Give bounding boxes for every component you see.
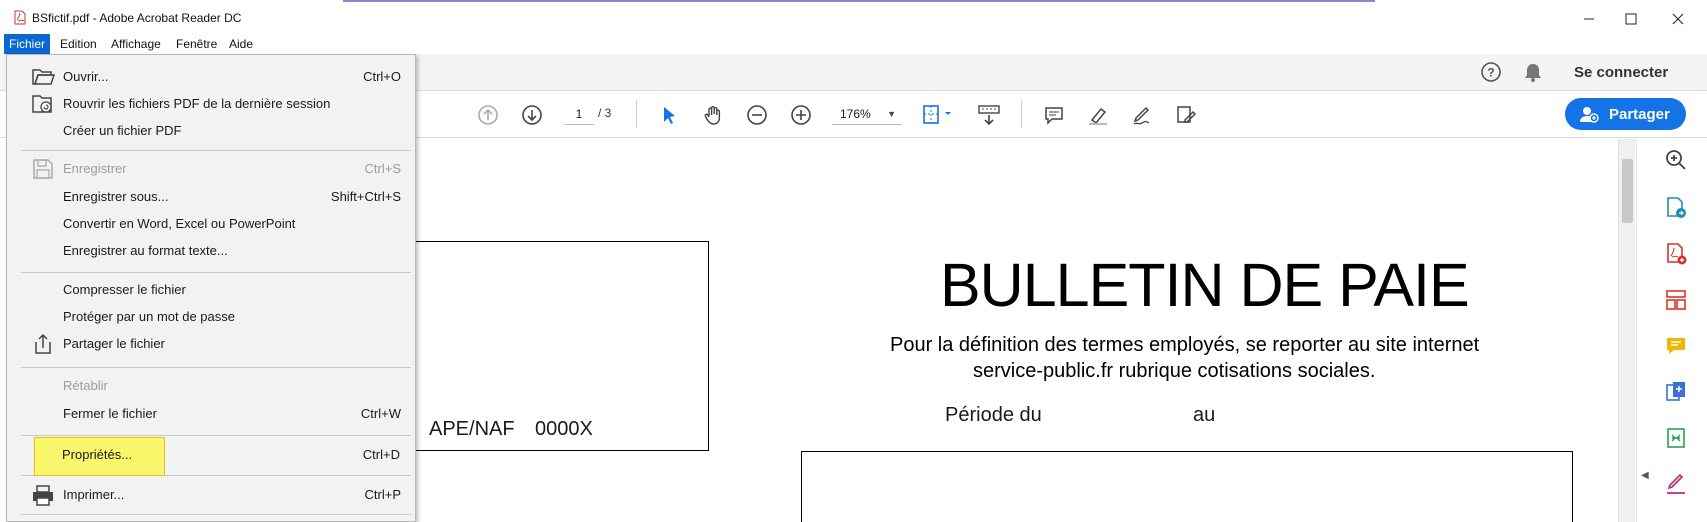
menu-separator	[21, 514, 411, 515]
period-to-label: au	[1193, 404, 1216, 426]
comment-button[interactable]	[1041, 102, 1067, 128]
maximize-icon	[1625, 13, 1637, 25]
menu-edition[interactable]: Edition	[55, 34, 102, 54]
next-page-button[interactable]	[519, 102, 545, 128]
scrolling-mode-button[interactable]	[976, 102, 1002, 128]
sign-in-link[interactable]: Se connecter	[1574, 64, 1668, 81]
pdf-file-icon	[14, 10, 26, 25]
title-bar: BSfictif.pdf - Adobe Acrobat Reader DC	[0, 0, 1707, 36]
zoom-in-button[interactable]	[788, 102, 814, 128]
page-total: / 3	[598, 106, 612, 120]
pen-draw-icon	[1133, 106, 1150, 125]
vertical-scrollbar[interactable]	[1618, 139, 1635, 522]
menu-item-share-file[interactable]: Partager le fichier	[7, 331, 415, 357]
svg-text:?: ?	[1487, 66, 1494, 80]
hand-icon	[704, 106, 721, 125]
page-fit-button[interactable]	[920, 102, 956, 128]
previous-page-button[interactable]	[475, 102, 501, 128]
zoom-level-select[interactable]: 176% ▼	[832, 103, 902, 125]
menu-item-print[interactable]: Imprimer... Ctrl+P	[7, 482, 415, 508]
share-button-label: Partager	[1609, 105, 1670, 123]
employee-box	[801, 451, 1573, 522]
menu-item-close-file[interactable]: Fermer le fichier Ctrl+W	[7, 401, 415, 427]
document-title: BULLETIN DE PAIE	[940, 251, 1470, 319]
plus-circle-icon	[791, 105, 811, 125]
collapse-panel-icon[interactable]: ◀	[1641, 470, 1649, 481]
menu-bar: Fichier Edition Affichage Fenêtre Aide	[0, 34, 1707, 54]
menu-item-properties[interactable]: Propriétés... Ctrl+D	[6, 442, 414, 468]
menu-separator	[21, 435, 411, 436]
create-pdf-icon[interactable]	[1664, 242, 1688, 266]
toolbar-separator	[636, 100, 637, 128]
search-zoom-icon[interactable]	[1664, 148, 1688, 172]
toolbar-separator	[1021, 100, 1022, 128]
fit-page-icon	[923, 105, 951, 124]
reopen-icon	[32, 95, 52, 113]
share-file-icon	[35, 333, 51, 354]
menu-item-protect-password[interactable]: Protéger par un mot de passe	[7, 304, 415, 330]
window-top-accent	[343, 0, 1375, 2]
menu-item-save[interactable]: Enregistrer Ctrl+S	[7, 156, 415, 182]
menu-affichage[interactable]: Affichage	[106, 34, 166, 54]
arrow-up-circle-icon	[478, 105, 498, 125]
hand-tool-button[interactable]	[700, 102, 726, 128]
menu-item-create-pdf[interactable]: Créer un fichier PDF	[7, 118, 415, 144]
minimize-button[interactable]	[1566, 5, 1612, 33]
select-tool-button[interactable]	[656, 102, 682, 128]
draw-button[interactable]	[1129, 102, 1155, 128]
add-user-icon	[1580, 107, 1599, 123]
menu-item-convert-office[interactable]: Convertir en Word, Excel ou PowerPoint	[7, 211, 415, 237]
ape-naf-value: 0000X	[535, 418, 593, 440]
folder-open-icon	[32, 69, 55, 85]
share-button[interactable]: Partager	[1565, 98, 1686, 130]
zoom-level-value: 176%	[840, 107, 871, 121]
help-icon[interactable]: ?	[1480, 61, 1502, 83]
compress-icon[interactable]	[1664, 426, 1688, 450]
menu-item-save-as[interactable]: Enregistrer sous... Shift+Ctrl+S	[7, 184, 415, 210]
menu-fichier[interactable]: Fichier	[4, 34, 51, 54]
notification-bell-icon[interactable]	[1522, 61, 1544, 83]
fill-sign-button[interactable]	[1173, 102, 1199, 128]
save-icon	[33, 159, 53, 179]
highlighter-icon	[1089, 107, 1107, 125]
zoom-out-button[interactable]	[744, 102, 770, 128]
menu-item-open[interactable]: Ouvrir... Ctrl+O	[7, 64, 415, 90]
organize-pages-icon[interactable]	[1664, 288, 1688, 312]
close-button[interactable]	[1655, 5, 1701, 33]
comment-icon	[1045, 107, 1063, 125]
cursor-arrow-icon	[664, 107, 675, 124]
minimize-icon	[1584, 18, 1594, 20]
menu-item-save-as-text[interactable]: Enregistrer au format texte...	[7, 238, 415, 264]
menu-fenetre[interactable]: Fenêtre	[171, 34, 222, 54]
highlight-button[interactable]	[1085, 102, 1111, 128]
minus-circle-icon	[747, 105, 767, 125]
document-subtitle-line-1: Pour la définition des termes employés, …	[890, 334, 1480, 356]
printer-icon	[33, 485, 53, 506]
maximize-button[interactable]	[1608, 5, 1654, 33]
menu-item-compress[interactable]: Compresser le fichier	[7, 277, 415, 303]
document-subtitle-line-2: service-public.fr rubrique cotisations s…	[973, 360, 1376, 382]
close-icon	[1672, 13, 1684, 25]
period-label: Période du	[945, 404, 1042, 426]
page-number-input[interactable]: 1	[564, 103, 594, 125]
ape-naf-label: APE/NAF	[429, 418, 515, 440]
menu-separator	[21, 367, 411, 368]
export-pdf-icon[interactable]	[1664, 196, 1688, 220]
arrow-down-circle-icon	[522, 105, 542, 125]
menu-item-revert[interactable]: Rétablir	[7, 373, 415, 399]
menu-aide[interactable]: Aide	[224, 34, 258, 54]
keyboard-scroll-icon	[978, 105, 1000, 126]
fill-and-sign-icon[interactable]	[1664, 472, 1688, 496]
scrollbar-thumb[interactable]	[1622, 159, 1633, 223]
chevron-down-icon: ▼	[887, 109, 896, 119]
comment-tool-icon[interactable]	[1664, 334, 1688, 358]
menu-separator	[21, 150, 411, 151]
combine-files-icon[interactable]	[1664, 380, 1688, 404]
menu-separator	[21, 272, 411, 273]
edit-form-icon	[1177, 106, 1197, 123]
menu-item-reopen-session[interactable]: Rouvrir les fichiers PDF de la dernière …	[7, 91, 415, 117]
window-title: BSfictif.pdf - Adobe Acrobat Reader DC	[32, 11, 242, 25]
